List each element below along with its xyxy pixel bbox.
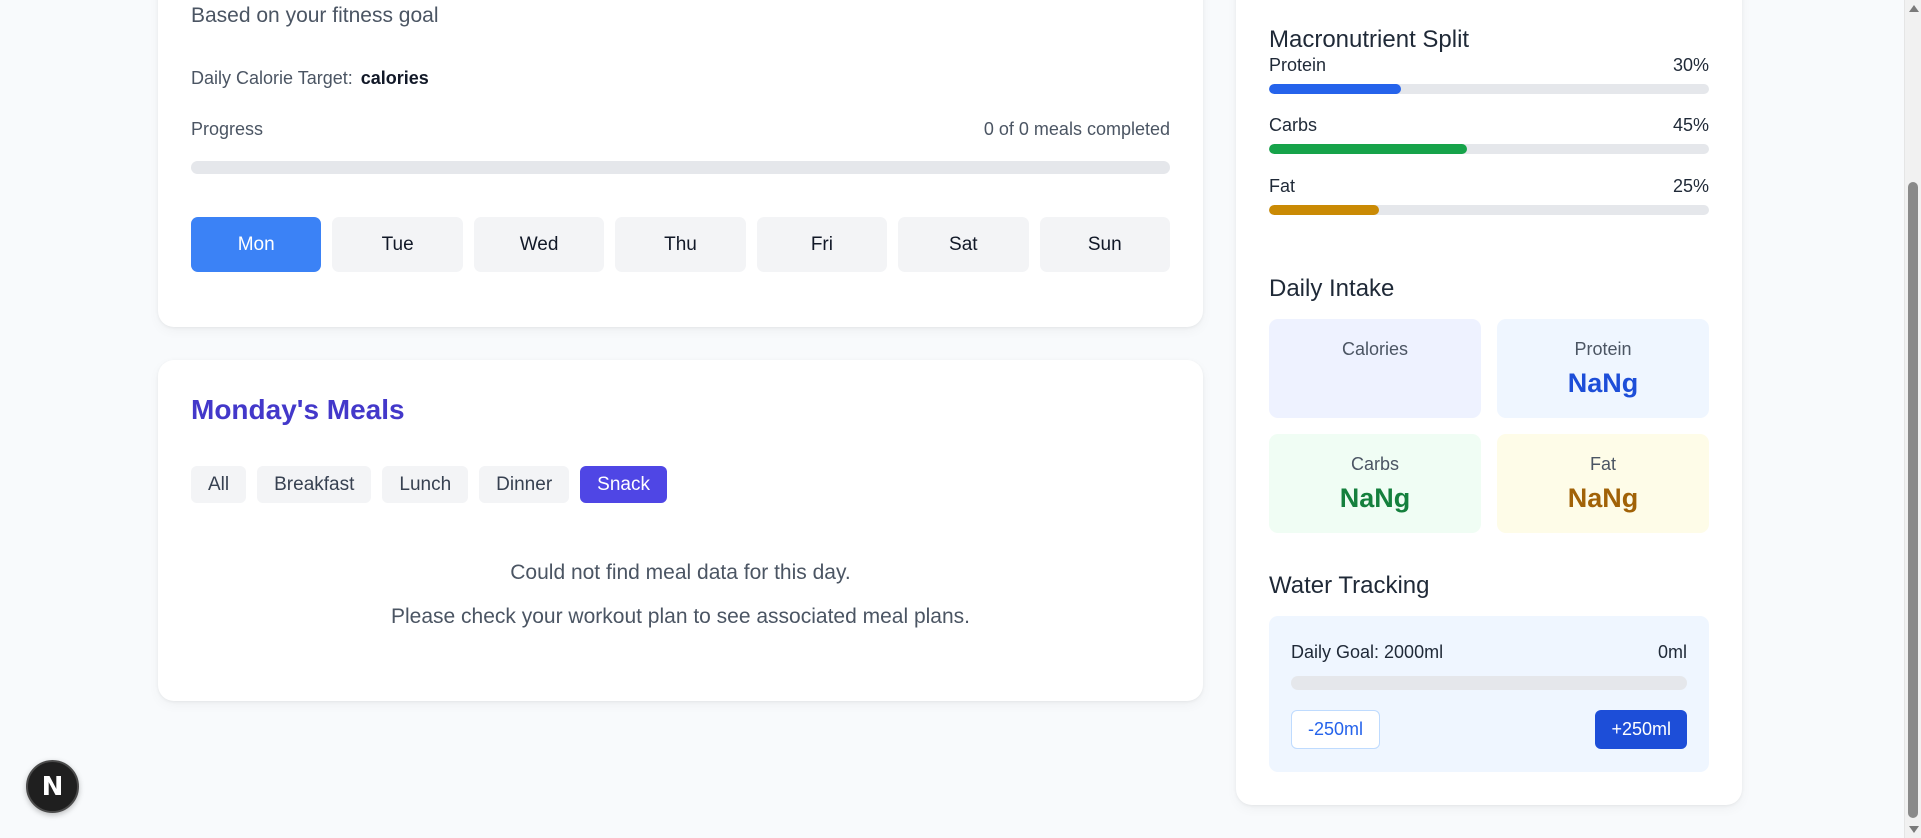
calorie-target-value: calories <box>360 68 429 88</box>
intake-tile-calories: Calories <box>1269 319 1481 418</box>
badge-letter: N <box>41 771 64 802</box>
progress-row: Progress 0 of 0 meals completed <box>191 119 1170 140</box>
calorie-target-label: Daily Calorie Target: <box>191 68 353 88</box>
scrollbar-thumb[interactable] <box>1908 182 1918 818</box>
water-goal-row: Daily Goal: 2000ml 0ml <box>1291 642 1687 663</box>
meal-filter-tabs: All Breakfast Lunch Dinner Snack <box>191 466 667 503</box>
day-button-thu[interactable]: Thu <box>615 217 746 272</box>
day-button-sun[interactable]: Sun <box>1039 217 1170 272</box>
water-decrease-button[interactable]: -250ml <box>1291 710 1381 749</box>
plan-card: Based on your fitness goal Daily Calorie… <box>158 0 1203 327</box>
filter-breakfast[interactable]: Breakfast <box>257 466 372 503</box>
page: Based on your fitness goal Daily Calorie… <box>0 0 1921 838</box>
filter-lunch[interactable]: Lunch <box>382 466 469 503</box>
day-button-wed[interactable]: Wed <box>473 217 605 272</box>
day-button-tue[interactable]: Tue <box>332 217 463 272</box>
empty-message: Could not find meal data for this day. <box>510 561 851 584</box>
macro-bar <box>1269 84 1709 94</box>
macro-percent: 30% <box>1672 55 1709 75</box>
macro-row-protein: Protein 30% <box>1269 55 1709 94</box>
macro-label: Carbs <box>1269 115 1318 135</box>
day-button-sat[interactable]: Sat <box>898 217 1029 272</box>
meals-title: Monday's Meals <box>191 394 405 425</box>
macro-bar <box>1269 205 1709 215</box>
progress-label: Progress <box>191 119 264 139</box>
tile-value: NaNg <box>1567 368 1639 398</box>
tile-label: Carbs <box>1350 454 1399 474</box>
macro-row-fat: Fat 25% <box>1269 176 1709 215</box>
intake-tile-protein: Protein NaNg <box>1497 319 1709 418</box>
filter-dinner[interactable]: Dinner <box>479 466 570 503</box>
scroll-up-arrow-icon[interactable] <box>1909 5 1919 12</box>
macro-split-title: Macronutrient Split <box>1269 26 1470 53</box>
water-current: 0ml <box>1657 642 1687 662</box>
macro-row-carbs: Carbs 45% <box>1269 115 1709 154</box>
macro-bar-fill <box>1269 144 1467 154</box>
water-tracker: Daily Goal: 2000ml 0ml -250ml +250ml <box>1269 616 1709 772</box>
scroll-down-arrow-icon[interactable] <box>1909 826 1919 833</box>
tile-label: Protein <box>1574 339 1632 359</box>
water-increase-button[interactable]: +250ml <box>1595 710 1687 749</box>
macro-bar-fill <box>1269 205 1379 215</box>
day-button-mon[interactable]: Mon <box>191 217 322 272</box>
plan-subtitle: Based on your fitness goal <box>191 4 439 27</box>
tile-label: Calories <box>1341 339 1409 359</box>
nextjs-logo-icon[interactable]: N <box>26 760 79 813</box>
macro-bar-fill <box>1269 84 1401 94</box>
tile-value: NaNg <box>1339 483 1411 513</box>
vertical-scrollbar[interactable] <box>1904 0 1921 838</box>
daily-intake-title: Daily Intake <box>1269 275 1395 302</box>
empty-hint: Please check your workout plan to see as… <box>391 605 970 628</box>
meals-card: Monday's Meals All Breakfast Lunch Dinne… <box>158 360 1203 701</box>
intake-tile-fat: Fat NaNg <box>1497 434 1709 533</box>
filter-snack[interactable]: Snack <box>580 466 667 503</box>
day-selector: Mon Tue Wed Thu Fri Sat Sun <box>191 217 1170 272</box>
calorie-target-row: Daily Calorie Target: calories <box>191 68 429 89</box>
nutrition-sidebar-card: Macronutrient Split Protein 30% Carbs 45… <box>1236 0 1742 805</box>
filter-all[interactable]: All <box>191 466 247 503</box>
tile-value: NaNg <box>1567 483 1639 513</box>
water-progress-bar <box>1291 676 1687 690</box>
macro-percent: 25% <box>1672 176 1709 196</box>
intake-tile-carbs: Carbs NaNg <box>1269 434 1481 533</box>
macro-label: Fat <box>1269 176 1296 196</box>
progress-bar <box>191 161 1170 174</box>
water-goal-label: Daily Goal: 2000ml <box>1291 642 1444 662</box>
day-button-fri[interactable]: Fri <box>756 217 888 272</box>
macro-bar <box>1269 144 1709 154</box>
macro-percent: 45% <box>1672 115 1709 135</box>
progress-status: 0 of 0 meals completed <box>983 119 1170 139</box>
water-tracking-title: Water Tracking <box>1269 572 1430 599</box>
tile-label: Fat <box>1589 454 1616 474</box>
macro-label: Protein <box>1269 55 1327 75</box>
